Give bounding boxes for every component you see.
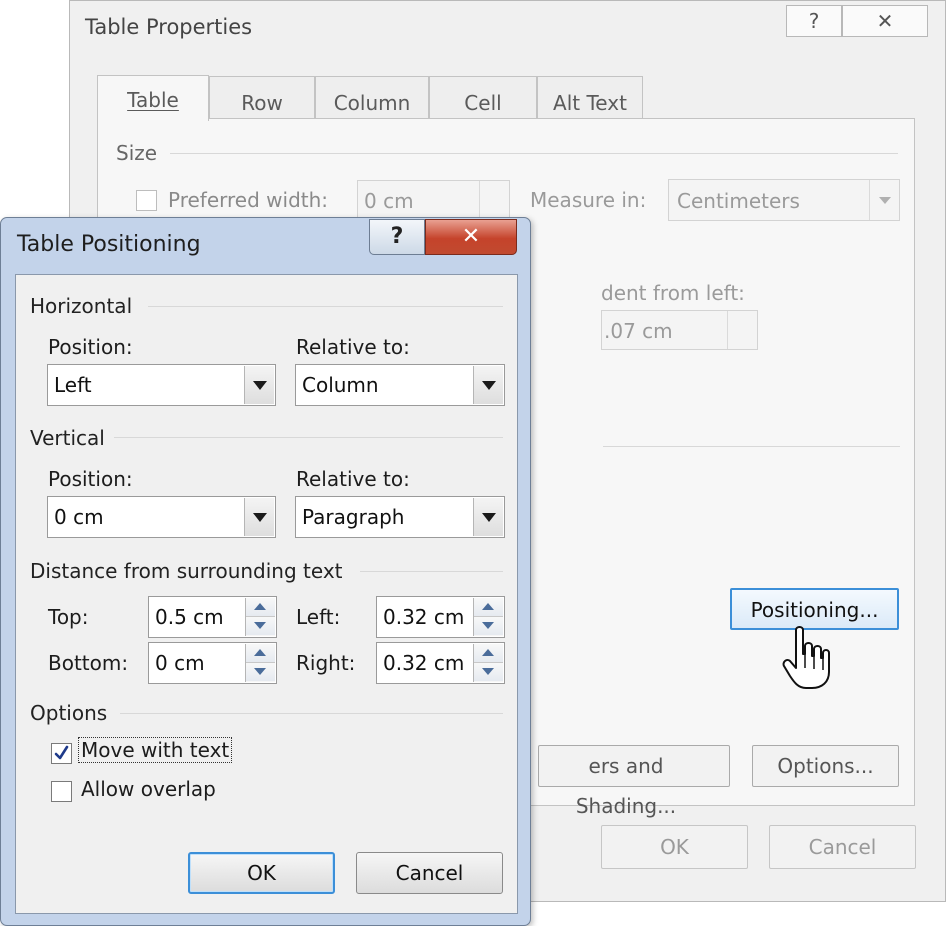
- left-distance-label: Left:: [296, 605, 341, 629]
- ok-button[interactable]: OK: [601, 825, 748, 869]
- vertical-relative-value: Paragraph: [302, 505, 405, 529]
- right-distance-value: 0.32 cm: [383, 651, 465, 675]
- preferred-width-checkbox[interactable]: [136, 190, 157, 211]
- measure-in-dropdown-button[interactable]: [869, 180, 899, 220]
- cancel-button[interactable]: Cancel: [769, 825, 916, 869]
- right-distance-field[interactable]: 0.32 cm: [376, 642, 505, 684]
- spin-down-icon[interactable]: [474, 663, 503, 681]
- top-distance-label: Top:: [48, 605, 89, 629]
- tab-alt-text[interactable]: Alt Text: [537, 76, 643, 118]
- spin-down-icon[interactable]: [474, 617, 503, 635]
- vertical-group-heading: Vertical: [30, 426, 105, 450]
- close-button[interactable]: ✕: [425, 219, 517, 255]
- group-separator: [170, 153, 898, 154]
- group-separator: [603, 446, 900, 447]
- distance-group-heading: Distance from surrounding text: [30, 559, 343, 583]
- tab-table[interactable]: Table: [97, 75, 209, 121]
- chevron-down-icon: [253, 513, 267, 522]
- indent-from-left-field[interactable]: .07 cm: [601, 310, 758, 350]
- chevron-down-icon: [879, 197, 891, 204]
- ok-button[interactable]: OK: [188, 852, 335, 894]
- vertical-position-select[interactable]: 0 cm: [47, 496, 276, 538]
- horizontal-relative-label: Relative to:: [296, 335, 410, 359]
- group-separator: [114, 437, 503, 438]
- right-distance-spinner[interactable]: [473, 644, 503, 682]
- dialog-body: Horizontal Position: Left Relative to: C…: [15, 274, 518, 914]
- horizontal-relative-value: Column: [302, 373, 379, 397]
- preferred-width-label: Preferred width:: [168, 188, 329, 212]
- close-button[interactable]: ✕: [842, 5, 928, 37]
- spin-up-icon[interactable]: [246, 644, 275, 663]
- move-with-text-checkbox[interactable]: [51, 743, 72, 764]
- tab-row[interactable]: Row: [209, 76, 315, 118]
- chevron-down-icon: [253, 381, 267, 390]
- bottom-distance-spinner[interactable]: [245, 644, 275, 682]
- vertical-relative-label: Relative to:: [296, 467, 410, 491]
- bottom-distance-value: 0 cm: [155, 651, 205, 675]
- size-group-heading: Size: [116, 141, 158, 165]
- vertical-relative-select[interactable]: Paragraph: [295, 496, 505, 538]
- spin-down-icon[interactable]: [246, 617, 275, 635]
- measure-in-select[interactable]: Centimeters: [668, 179, 900, 221]
- group-separator: [148, 306, 503, 307]
- borders-and-shading-label: ers and Shading...: [575, 754, 677, 818]
- spin-down-icon[interactable]: [246, 663, 275, 681]
- chevron-down-icon: [482, 513, 496, 522]
- help-button[interactable]: ?: [786, 5, 842, 37]
- tab-cell[interactable]: Cell: [429, 76, 537, 118]
- horizontal-relative-dropdown-button[interactable]: [473, 366, 503, 404]
- horizontal-position-label: Position:: [48, 335, 133, 359]
- bottom-distance-label: Bottom:: [48, 651, 129, 675]
- dialog-title: Table Properties: [85, 15, 253, 39]
- preferred-width-spinner[interactable]: [479, 181, 509, 219]
- left-distance-field[interactable]: 0.32 cm: [376, 596, 505, 638]
- hand-pointer-icon: [782, 626, 830, 689]
- top-distance-value: 0.5 cm: [155, 605, 224, 629]
- cancel-button[interactable]: Cancel: [356, 852, 503, 894]
- dialog-title: Table Positioning: [17, 232, 201, 257]
- preferred-width-value: 0 cm: [364, 189, 414, 213]
- allow-overlap-label[interactable]: Allow overlap: [81, 777, 216, 801]
- group-separator: [360, 571, 503, 572]
- move-with-text-label[interactable]: Move with text: [77, 737, 233, 763]
- bottom-distance-field[interactable]: 0 cm: [148, 642, 277, 684]
- top-distance-field[interactable]: 0.5 cm: [148, 596, 277, 638]
- options-group-heading: Options: [30, 701, 108, 725]
- group-separator: [120, 713, 503, 714]
- horizontal-position-dropdown-button[interactable]: [244, 366, 274, 404]
- options-button[interactable]: Options...: [752, 745, 899, 787]
- right-distance-label: Right:: [296, 651, 356, 675]
- measure-in-label: Measure in:: [530, 188, 647, 212]
- indent-spinner[interactable]: [727, 311, 757, 349]
- top-distance-spinner[interactable]: [245, 598, 275, 636]
- chevron-down-icon: [482, 381, 496, 390]
- vertical-relative-dropdown-button[interactable]: [473, 498, 503, 536]
- measure-in-value: Centimeters: [677, 189, 800, 213]
- indent-from-left-value: .07 cm: [604, 319, 673, 343]
- checkmark-icon: [54, 745, 69, 760]
- allow-overlap-checkbox[interactable]: [51, 781, 72, 802]
- spin-up-icon[interactable]: [474, 598, 503, 617]
- table-positioning-dialog: Table Positioning ? ✕ Horizontal Positio…: [0, 217, 531, 926]
- vertical-position-value: 0 cm: [54, 505, 104, 529]
- spin-up-icon[interactable]: [474, 644, 503, 663]
- preferred-width-field[interactable]: 0 cm: [357, 180, 510, 220]
- borders-and-shading-button[interactable]: ers and Shading...: [538, 745, 730, 818]
- vertical-position-label: Position:: [48, 467, 133, 491]
- tab-column[interactable]: Column: [315, 76, 429, 118]
- vertical-position-dropdown-button[interactable]: [244, 498, 274, 536]
- help-button[interactable]: ?: [369, 219, 425, 255]
- left-distance-spinner[interactable]: [473, 598, 503, 636]
- horizontal-relative-select[interactable]: Column: [295, 364, 505, 406]
- spin-up-icon[interactable]: [246, 598, 275, 617]
- horizontal-position-select[interactable]: Left: [47, 364, 276, 406]
- horizontal-position-value: Left: [54, 373, 92, 397]
- left-distance-value: 0.32 cm: [383, 605, 465, 629]
- indent-from-left-label: dent from left:: [601, 281, 745, 305]
- horizontal-group-heading: Horizontal: [30, 294, 133, 318]
